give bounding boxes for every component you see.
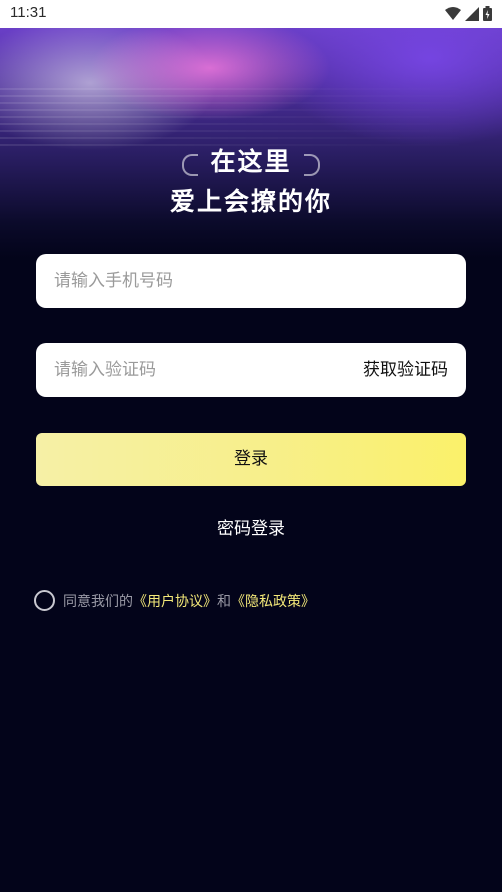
battery-icon: [483, 6, 492, 25]
password-login-link[interactable]: 密码登录: [0, 514, 502, 539]
agreement-conjunction: 和: [217, 593, 231, 610]
phone-field: [36, 254, 466, 308]
get-code-button[interactable]: 获取验证码: [363, 343, 448, 397]
hero-light-streaks: [0, 88, 502, 148]
slogan-line-2: 爱上会撩的你: [169, 187, 332, 216]
user-agreement-link[interactable]: 《用户协议》: [133, 591, 217, 611]
status-time: 11:31: [10, 4, 47, 21]
slogan-line-1: 在这里: [210, 147, 292, 176]
wifi-icon: [445, 6, 461, 25]
agreement-row: 同意我们的 《用户协议》 和 《隐私政策》: [34, 590, 315, 611]
status-bar: 11:31: [0, 0, 502, 28]
login-button[interactable]: 登录: [36, 433, 466, 486]
status-icons: [445, 6, 492, 25]
login-screen: 11:31 在这里 爱上会撩的你 获取验证码 登录 密码登录 同意我们的 《用户…: [0, 0, 502, 892]
code-field: 获取验证码: [36, 343, 466, 397]
signal-icon: [465, 6, 479, 25]
agreement-prefix: 同意我们的: [63, 593, 133, 610]
phone-input[interactable]: [54, 254, 454, 308]
verification-code-input[interactable]: [54, 343, 334, 397]
privacy-policy-link[interactable]: 《隐私政策》: [231, 591, 315, 611]
agreement-checkbox[interactable]: [34, 590, 55, 611]
